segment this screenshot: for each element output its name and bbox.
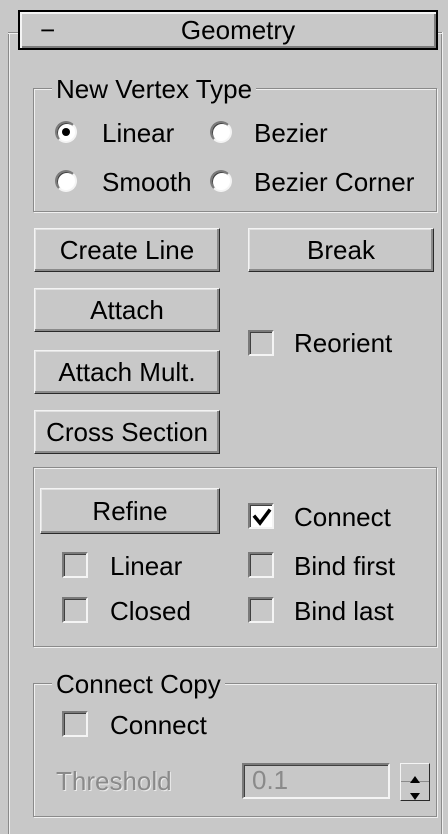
rollout-frame-right [441, 32, 443, 834]
radio-bezier-label[interactable]: Bezier [254, 118, 328, 148]
checkmark-icon [252, 508, 272, 526]
threshold-field[interactable]: 0.1 [242, 763, 390, 799]
radio-selected-dot-icon [62, 128, 70, 136]
spinner-up-arrow-icon[interactable] [401, 764, 429, 783]
radio-smooth-label[interactable]: Smooth [102, 167, 192, 197]
linear-checkbox[interactable] [62, 552, 88, 578]
threshold-spinner[interactable] [400, 763, 430, 801]
connect-checkbox[interactable] [248, 503, 274, 529]
radio-smooth[interactable] [55, 170, 77, 192]
reorient-label[interactable]: Reorient [294, 328, 392, 358]
collapse-icon[interactable]: − [40, 12, 68, 48]
connect-label[interactable]: Connect [294, 502, 391, 532]
rollout-frame-left [8, 32, 10, 834]
bind-last-checkbox[interactable] [248, 597, 274, 623]
bind-last-label[interactable]: Bind last [294, 596, 394, 626]
break-button[interactable]: Break [248, 228, 434, 272]
bind-first-checkbox[interactable] [248, 552, 274, 578]
connect-copy-connect-label[interactable]: Connect [110, 710, 207, 740]
linear-label[interactable]: Linear [110, 551, 182, 581]
refine-button[interactable]: Refine [40, 488, 220, 534]
radio-linear[interactable] [55, 121, 77, 143]
rollout-title: Geometry [180, 15, 296, 45]
threshold-label: Threshold [56, 766, 172, 796]
cross-section-button[interactable]: Cross Section [34, 410, 220, 454]
radio-bezier[interactable] [210, 121, 232, 143]
radio-bezier-corner-label[interactable]: Bezier Corner [254, 167, 414, 197]
radio-bezier-corner[interactable] [210, 170, 232, 192]
closed-label[interactable]: Closed [110, 596, 191, 626]
create-line-button[interactable]: Create Line [34, 228, 220, 272]
rollout-frame-tick-left [8, 32, 18, 34]
reorient-checkbox[interactable] [248, 330, 274, 356]
attach-mult-button[interactable]: Attach Mult. [34, 350, 220, 394]
attach-button[interactable]: Attach [34, 288, 220, 332]
connect-copy-label: Connect Copy [52, 669, 225, 699]
radio-linear-label[interactable]: Linear [102, 118, 174, 148]
closed-checkbox[interactable] [62, 597, 88, 623]
connect-copy-checkbox[interactable] [62, 711, 88, 737]
new-vertex-type-label: New Vertex Type [52, 74, 257, 104]
spinner-down-arrow-icon[interactable] [401, 782, 429, 800]
bind-first-label[interactable]: Bind first [294, 551, 395, 581]
